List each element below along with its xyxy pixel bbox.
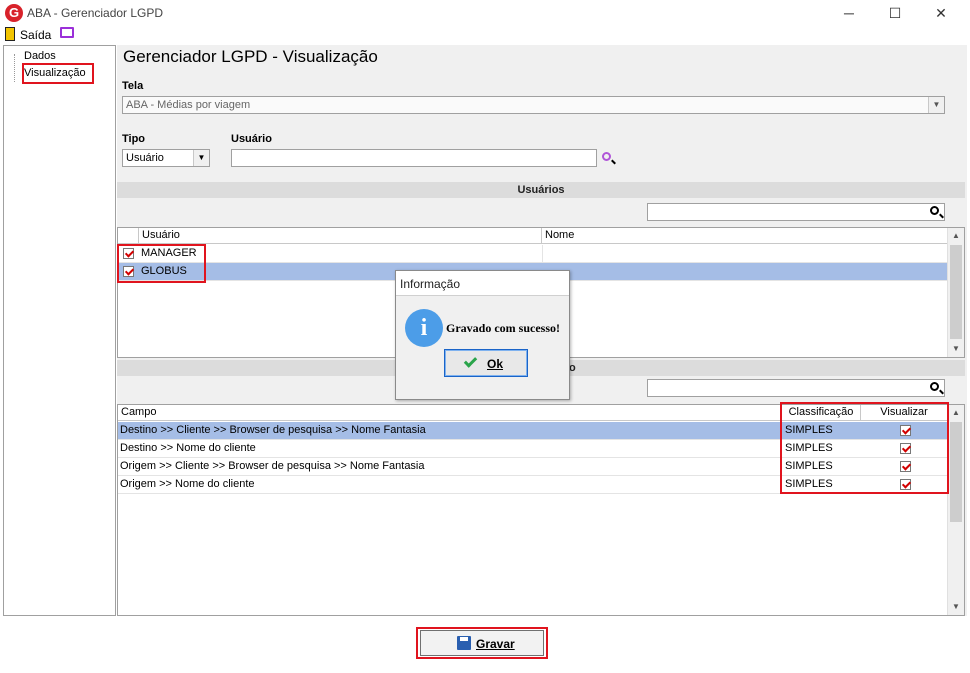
cell-campo: Origem >> Cliente >> Browser de pesquisa… bbox=[120, 460, 425, 472]
tree-connector bbox=[14, 54, 15, 82]
scroll-down-icon[interactable]: ▼ bbox=[948, 599, 964, 615]
search-icon[interactable] bbox=[602, 152, 611, 161]
table-row[interactable]: MANAGER bbox=[118, 245, 948, 263]
navigation-tree: Dados Visualização bbox=[3, 45, 116, 616]
menu-item-exit[interactable]: Saída bbox=[20, 28, 51, 42]
users-search-input[interactable] bbox=[647, 203, 945, 221]
minimize-button[interactable]: ─ bbox=[826, 0, 872, 26]
window-titlebar: G ABA - Gerenciador LGPD ─ ☐ ✕ bbox=[0, 0, 970, 26]
tipo-combo[interactable]: Usuário ▼ bbox=[122, 149, 210, 167]
ok-button-label: Ok bbox=[487, 357, 504, 371]
grid-header-nome[interactable]: Nome bbox=[542, 228, 948, 244]
usuario-input[interactable] bbox=[231, 149, 597, 167]
page-title: Gerenciador LGPD - Visualização bbox=[123, 47, 378, 66]
fields-scrollbar[interactable]: ▲ ▼ bbox=[947, 405, 964, 615]
scroll-thumb[interactable] bbox=[950, 245, 962, 339]
info-icon: i bbox=[405, 309, 443, 347]
info-dialog: Informação i Gravado com sucesso! Ok bbox=[395, 270, 570, 400]
menu-bar: Saída bbox=[0, 26, 970, 44]
cell-divider bbox=[542, 245, 543, 263]
floppy-disk-icon bbox=[457, 636, 471, 650]
scroll-up-icon[interactable]: ▲ bbox=[948, 228, 964, 244]
grid-header-usuario[interactable]: Usuário bbox=[139, 228, 542, 244]
tipo-label: Tipo bbox=[122, 133, 146, 145]
usuario-label: Usuário bbox=[231, 133, 272, 145]
save-button-label: Gravar bbox=[476, 637, 515, 651]
exit-door-icon[interactable] bbox=[5, 27, 15, 41]
scroll-thumb[interactable] bbox=[950, 422, 962, 522]
cell-campo: Origem >> Nome do cliente bbox=[120, 478, 255, 490]
ok-button[interactable]: Ok bbox=[444, 349, 528, 377]
search-icon[interactable] bbox=[930, 382, 939, 391]
users-scrollbar[interactable]: ▲ ▼ bbox=[947, 228, 964, 357]
grid-header-campo[interactable]: Campo bbox=[118, 405, 782, 421]
scroll-up-icon[interactable]: ▲ bbox=[948, 405, 964, 421]
tipo-combo-value: Usuário bbox=[126, 152, 164, 164]
highlight-box-fields bbox=[780, 402, 949, 494]
highlight-box-tree bbox=[22, 63, 94, 84]
window-title: ABA - Gerenciador LGPD bbox=[27, 6, 164, 20]
search-icon[interactable] bbox=[930, 206, 939, 215]
tela-combo-value: ABA - Médias por viagem bbox=[126, 99, 251, 111]
dialog-title: Informação bbox=[400, 277, 461, 291]
cell-campo: Destino >> Cliente >> Browser de pesquis… bbox=[120, 424, 426, 436]
tela-combo[interactable]: ABA - Médias por viagem ▼ bbox=[122, 96, 945, 114]
fields-section-title: o bbox=[569, 362, 576, 374]
dialog-titlebar: Informação bbox=[396, 271, 569, 296]
tree-item-dados[interactable]: Dados bbox=[24, 50, 56, 62]
close-button[interactable]: ✕ bbox=[918, 0, 964, 26]
monitor-icon[interactable] bbox=[60, 27, 74, 38]
app-logo-icon: G bbox=[5, 4, 23, 22]
chevron-down-icon[interactable]: ▼ bbox=[928, 97, 944, 113]
fields-search-input[interactable] bbox=[647, 379, 945, 397]
cell-campo: Destino >> Nome do cliente bbox=[120, 442, 256, 454]
scroll-down-icon[interactable]: ▼ bbox=[948, 341, 964, 357]
tela-label: Tela bbox=[122, 80, 144, 92]
users-section-header: Usuários bbox=[117, 182, 965, 198]
maximize-button[interactable]: ☐ bbox=[872, 0, 918, 26]
grid-header-check bbox=[118, 228, 139, 244]
dialog-message: Gravado com sucesso! bbox=[446, 321, 560, 335]
highlight-box-users bbox=[117, 244, 206, 283]
save-button[interactable]: Gravar bbox=[420, 630, 544, 656]
chevron-down-icon[interactable]: ▼ bbox=[193, 150, 209, 166]
checkmark-icon bbox=[463, 354, 478, 368]
